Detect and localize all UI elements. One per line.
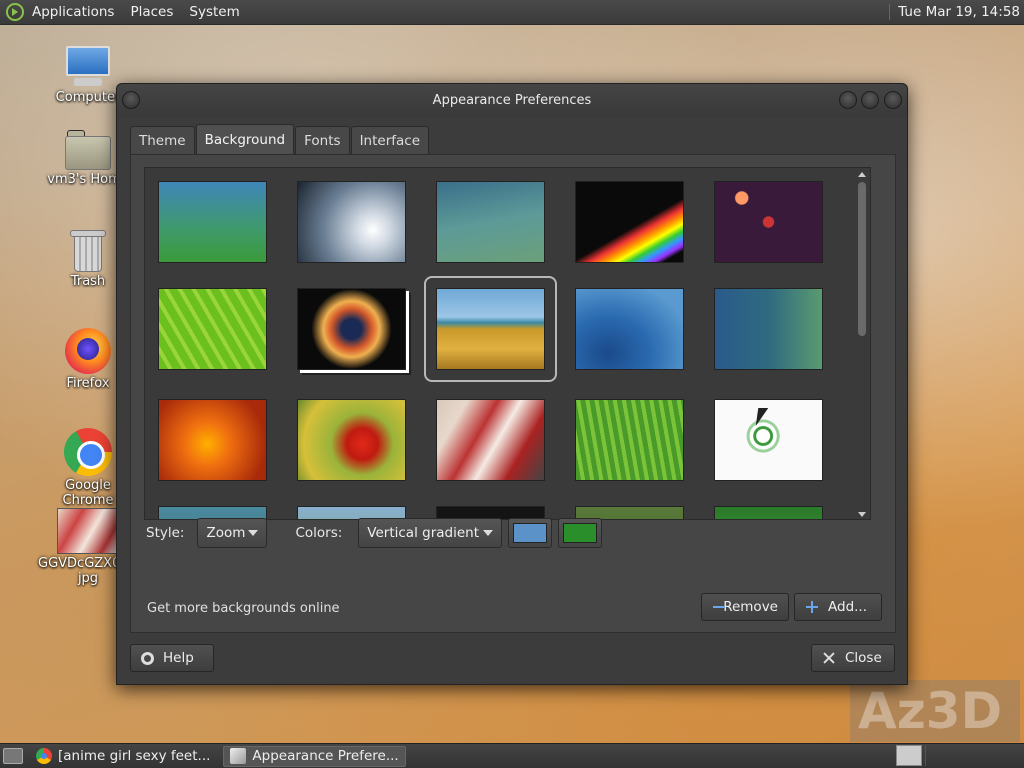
workspace-switcher-2[interactable] <box>925 745 1020 766</box>
scroll-thumb[interactable] <box>858 182 866 336</box>
window-titlebar[interactable]: Appearance Preferences <box>117 84 907 117</box>
primary-color-swatch <box>513 523 548 543</box>
show-desktop-icon[interactable] <box>3 748 23 764</box>
chevron-down-icon <box>483 530 494 536</box>
close-button-label: Close <box>845 650 882 666</box>
primary-color-button[interactable] <box>508 518 553 548</box>
window-menu-icon[interactable] <box>122 91 140 109</box>
close-icon <box>822 651 836 665</box>
wallpaper-thumbnail[interactable] <box>575 399 684 481</box>
scroll-up-icon[interactable] <box>858 172 866 177</box>
workspace-switcher-1[interactable] <box>896 745 922 766</box>
wallpaper-thumbnail[interactable] <box>436 399 545 481</box>
appearance-icon <box>230 748 247 764</box>
menu-system[interactable]: System <box>181 0 247 24</box>
wallpaper-thumbnail[interactable] <box>714 399 823 481</box>
minus-icon <box>712 600 727 614</box>
wallpaper-thumbnail[interactable] <box>297 399 406 481</box>
tab-background[interactable]: Background <box>195 124 295 154</box>
window-title: Appearance Preferences <box>432 93 592 108</box>
appearance-preferences-dialog: Appearance Preferences Theme Background … <box>116 83 908 685</box>
image-file-icon <box>57 508 119 554</box>
wallpaper-watermark: Az3D <box>850 680 1020 742</box>
add-button-label: Add... <box>828 599 868 615</box>
help-icon <box>141 651 154 665</box>
trash-icon <box>70 230 106 272</box>
taskbar-item-label: Appearance Prefere... <box>252 748 399 764</box>
wallpaper-thumbnail[interactable] <box>436 288 545 370</box>
remove-button[interactable]: Remove <box>701 593 789 621</box>
colors-label: Colors: <box>295 525 343 541</box>
firefox-icon <box>65 328 111 374</box>
background-tab-panel: Style: Zoom Colors: Vertical gradient <box>130 154 896 633</box>
chevron-down-icon <box>248 530 259 536</box>
wallpaper-thumbnail[interactable] <box>436 181 545 263</box>
distro-logo-icon[interactable] <box>6 3 24 21</box>
tab-bar: Theme Background Fonts Interface <box>130 124 430 154</box>
menu-places[interactable]: Places <box>122 0 181 24</box>
get-more-backgrounds-link[interactable]: Get more backgrounds online <box>147 601 340 616</box>
secondary-color-swatch <box>563 523 598 543</box>
wallpaper-thumbnail[interactable] <box>158 181 267 263</box>
wallpaper-thumbnail[interactable] <box>297 181 406 263</box>
menu-applications[interactable]: Applications <box>24 0 122 24</box>
clock[interactable]: Tue Mar 19, 14:58 <box>889 4 1024 20</box>
tab-theme[interactable]: Theme <box>130 126 195 154</box>
secondary-color-button[interactable] <box>558 518 603 548</box>
wallpaper-thumbnail[interactable] <box>575 288 684 370</box>
wallpaper-scrollbar[interactable] <box>856 170 868 519</box>
help-button-label: Help <box>163 650 194 666</box>
colors-dropdown-value: Vertical gradient <box>367 525 479 541</box>
wallpaper-thumbnail[interactable] <box>714 288 823 370</box>
taskbar-item-appearance[interactable]: Appearance Prefere... <box>223 745 406 767</box>
help-button[interactable]: Help <box>130 644 214 672</box>
style-label: Style: <box>146 525 185 541</box>
wallpaper-thumbnail[interactable] <box>575 181 684 263</box>
wallpaper-thumbnail[interactable] <box>297 288 406 370</box>
top-panel: Applications Places System Tue Mar 19, 1… <box>0 0 1024 25</box>
main-menu: Applications Places System <box>24 0 248 24</box>
taskbar-item-label: [anime girl sexy feet... <box>58 748 211 764</box>
computer-icon <box>64 46 112 88</box>
maximize-icon[interactable] <box>861 91 879 109</box>
close-window-icon[interactable] <box>884 91 902 109</box>
home-folder-icon <box>65 130 111 170</box>
remove-button-label: Remove <box>723 599 778 615</box>
tab-fonts[interactable]: Fonts <box>295 126 350 154</box>
style-dropdown[interactable]: Zoom <box>197 518 268 548</box>
taskbar-item-chrome[interactable]: [anime girl sexy feet... <box>29 746 217 767</box>
colors-dropdown[interactable]: Vertical gradient <box>358 518 503 548</box>
chrome-icon <box>64 428 112 476</box>
add-button[interactable]: Add... <box>794 593 882 621</box>
wallpaper-thumbnail[interactable] <box>158 399 267 481</box>
tab-interface[interactable]: Interface <box>350 126 430 154</box>
wallpaper-grid[interactable] <box>144 167 871 520</box>
chrome-icon <box>36 748 52 764</box>
style-colors-row: Style: Zoom Colors: Vertical gradient <box>144 516 884 550</box>
wallpaper-thumbnail[interactable] <box>158 288 267 370</box>
plus-icon <box>805 600 819 614</box>
bottom-panel: [anime girl sexy feet... Appearance Pref… <box>0 743 1024 768</box>
close-button[interactable]: Close <box>811 644 895 672</box>
minimize-icon[interactable] <box>839 91 857 109</box>
wallpaper-thumbnail[interactable] <box>714 181 823 263</box>
style-dropdown-value: Zoom <box>206 525 246 541</box>
